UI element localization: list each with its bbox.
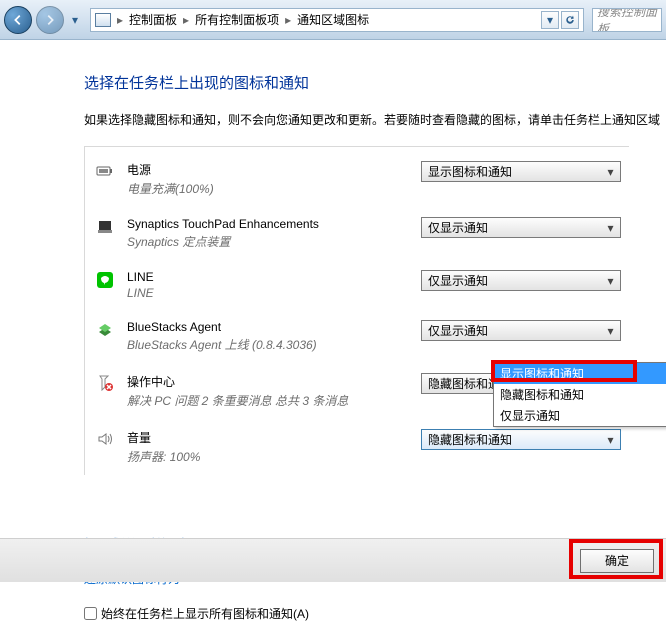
- list-item: 电源 电量充满(100%) 显示图标和通知 ▾: [85, 151, 629, 207]
- item-name: 电源: [127, 161, 409, 178]
- dropdown-option[interactable]: 隐藏图标和通知: [494, 384, 666, 405]
- item-name: BlueStacks Agent: [127, 320, 409, 334]
- page-title: 选择在任务栏上出现的图标和通知: [84, 72, 666, 93]
- item-name: LINE: [127, 270, 409, 284]
- search-input[interactable]: 搜索控制面板: [592, 8, 662, 32]
- chevron-right-icon: ▸: [285, 13, 291, 27]
- control-panel-icon: [95, 13, 111, 27]
- dropdown-option[interactable]: 显示图标和通知: [494, 363, 666, 384]
- ok-button[interactable]: 确定: [580, 549, 654, 573]
- chevron-down-icon: ▾: [603, 219, 618, 236]
- volume-icon: [95, 429, 115, 449]
- item-name: 操作中心: [127, 373, 409, 390]
- power-icon: [95, 161, 115, 181]
- item-status: 解决 PC 问题 2 条重要消息 总共 3 条消息: [127, 392, 409, 409]
- always-show-checkbox[interactable]: [84, 607, 97, 620]
- content-area: 选择在任务栏上出现的图标和通知 如果选择隐藏图标和通知，则不会向您通知更改和更新…: [0, 40, 666, 538]
- bluestacks-icon: [95, 320, 115, 340]
- chevron-down-icon: ▾: [603, 163, 618, 180]
- item-status: 扬声器: 100%: [127, 448, 409, 465]
- item-status: 电量充满(100%): [127, 180, 409, 197]
- list-item: Synaptics TouchPad Enhancements Synaptic…: [85, 207, 629, 260]
- back-button[interactable]: [4, 6, 32, 34]
- list-item: BlueStacks Agent BlueStacks Agent 上线 (0.…: [85, 310, 629, 363]
- behavior-select[interactable]: 仅显示通知 ▾: [421, 217, 621, 238]
- chevron-down-icon: ▾: [603, 272, 618, 289]
- behavior-select[interactable]: 仅显示通知 ▾: [421, 320, 621, 341]
- breadcrumb[interactable]: 通知区域图标: [297, 11, 369, 28]
- item-name: 音量: [127, 429, 409, 446]
- dropdown-option[interactable]: 仅显示通知: [494, 405, 666, 426]
- item-name: Synaptics TouchPad Enhancements: [127, 217, 409, 231]
- action-center-icon: [95, 373, 115, 393]
- behavior-select[interactable]: 显示图标和通知 ▾: [421, 161, 621, 182]
- behavior-select[interactable]: 仅显示通知 ▾: [421, 270, 621, 291]
- history-dropdown[interactable]: ▾: [68, 6, 82, 34]
- item-status: BlueStacks Agent 上线 (0.8.4.3036): [127, 336, 409, 353]
- list-item: LINE LINE 仅显示通知 ▾: [85, 260, 629, 310]
- touchpad-icon: [95, 217, 115, 237]
- behavior-select[interactable]: 隐藏图标和通知 ▾: [421, 429, 621, 450]
- address-dropdown[interactable]: ▾: [541, 11, 559, 29]
- window-navbar: ▾ ▸ 控制面板 ▸ 所有控制面板项 ▸ 通知区域图标 ▾ 搜索控制面板: [0, 0, 666, 40]
- address-bar[interactable]: ▸ 控制面板 ▸ 所有控制面板项 ▸ 通知区域图标 ▾: [90, 8, 584, 32]
- checkbox-label: 始终在任务栏上显示所有图标和通知(A): [101, 605, 309, 622]
- item-status: Synaptics 定点装置: [127, 233, 409, 250]
- chevron-down-icon: ▾: [603, 431, 618, 448]
- always-show-checkbox-row: 始终在任务栏上显示所有图标和通知(A): [84, 605, 666, 622]
- dialog-bottom-bar: 确定: [0, 538, 666, 582]
- list-item: 音量 扬声器: 100% 隐藏图标和通知 ▾: [85, 419, 629, 475]
- breadcrumb[interactable]: 控制面板: [129, 11, 177, 28]
- chevron-right-icon: ▸: [183, 13, 189, 27]
- refresh-button[interactable]: [561, 11, 579, 29]
- chevron-right-icon: ▸: [117, 13, 123, 27]
- forward-button[interactable]: [36, 6, 64, 34]
- search-placeholder: 搜索控制面板: [597, 8, 657, 32]
- page-description: 如果选择隐藏图标和通知，则不会向您通知更改和更新。若要随时查看隐藏的图标，请单击…: [84, 111, 666, 128]
- item-status: LINE: [127, 286, 409, 300]
- behavior-dropdown-menu: 显示图标和通知 隐藏图标和通知 仅显示通知: [493, 362, 666, 427]
- line-app-icon: [95, 270, 115, 290]
- chevron-down-icon: ▾: [603, 322, 618, 339]
- breadcrumb[interactable]: 所有控制面板项: [195, 11, 279, 28]
